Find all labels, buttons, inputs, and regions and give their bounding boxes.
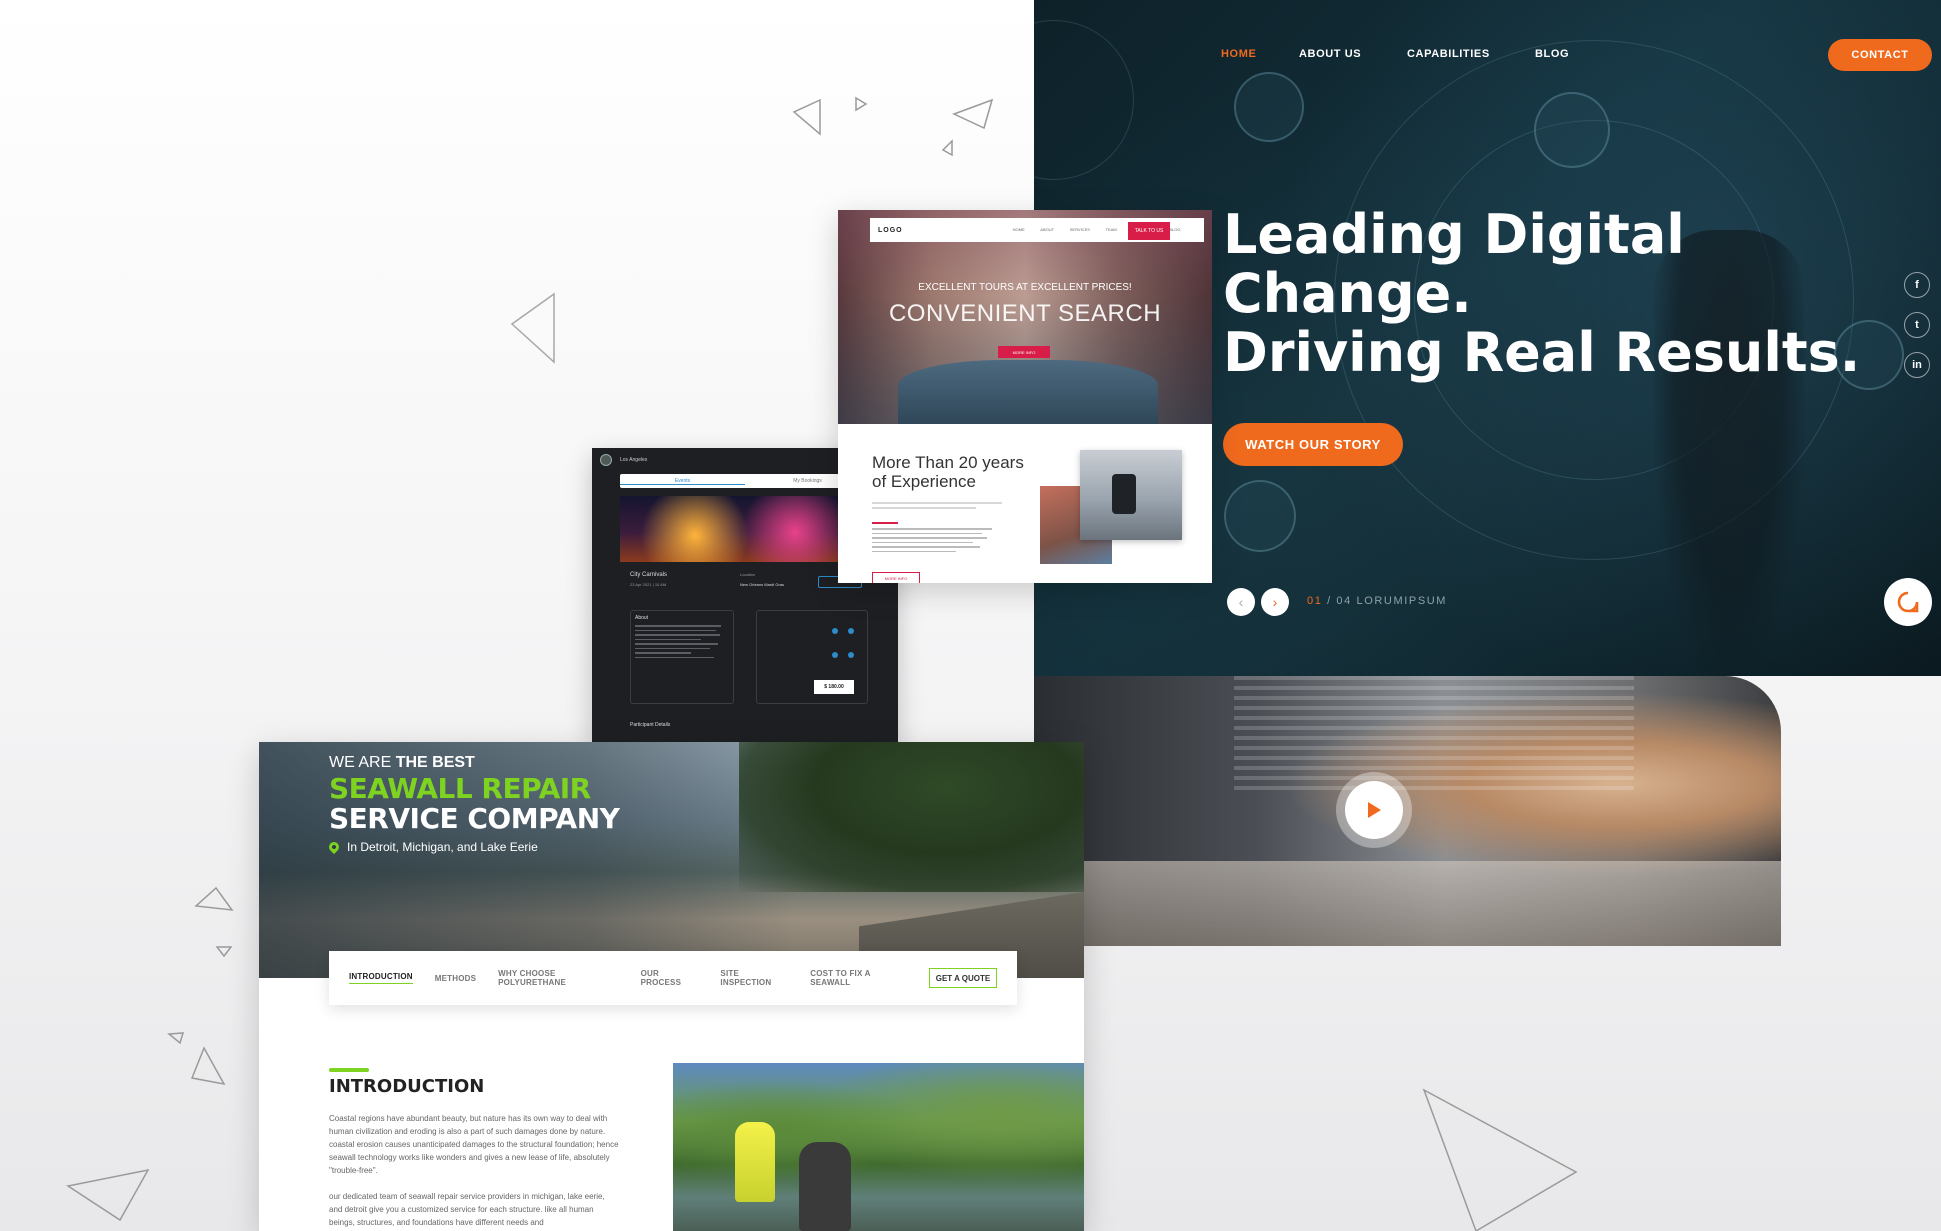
prev-slide-button[interactable]: ‹ [1227, 588, 1255, 616]
video-section [1034, 676, 1781, 946]
nav-home[interactable]: HOME [1221, 48, 1256, 60]
about-panel: About [630, 610, 734, 704]
travel-tagline: EXCELLENT TOURS AT EXCELLENT PRICES! [918, 282, 1132, 293]
introduction-heading: INTRODUCTION [329, 1076, 485, 1097]
avatar [600, 454, 612, 466]
triangle-decoration [190, 1046, 226, 1086]
quantity-stepper[interactable] [832, 628, 838, 634]
play-button[interactable] [1336, 772, 1412, 848]
location-selector[interactable]: Los Angeles [620, 457, 647, 463]
hero-headline: Leading Digital Change. Driving Real Res… [1223, 203, 1861, 384]
nav-capabilities[interactable]: CAPABILITIES [1407, 48, 1490, 60]
event-name: City Carnivals [630, 572, 668, 578]
tab-site-inspection[interactable]: SITE INSPECTION [720, 969, 788, 987]
watch-our-story-button[interactable]: WATCH OUR STORY [1223, 423, 1403, 466]
event-banner-image [620, 496, 870, 562]
mobile-icon [1534, 92, 1610, 168]
tab-methods[interactable]: METHODS [435, 974, 476, 983]
triangle-decoration [1422, 1088, 1578, 1231]
introduction-paragraph: Coastal regions have abundant beauty, bu… [329, 1114, 619, 1175]
travel-headline: CONVENIENT SEARCH [888, 300, 1162, 327]
travel-site-preview: LOGO HOME ABOUT SERVICES TEAM PROJECTS B… [838, 210, 1212, 583]
total-price: $ 180.00 [814, 680, 854, 694]
nav-team[interactable]: TEAM [1106, 227, 1117, 232]
introduction-paragraph-2: our dedicated team of seawall repair ser… [329, 1192, 605, 1227]
chat-icon [1897, 591, 1919, 613]
nav-blog[interactable]: BLOG [1169, 227, 1180, 232]
location-value: New Orleans Mardi Gras [740, 582, 785, 587]
talk-to-us-button[interactable]: TALK TO US [1128, 222, 1170, 240]
tab-cost-to-fix[interactable]: COST TO FIX A SEAWALL [810, 969, 907, 987]
nav-services[interactable]: SERVICES [1070, 227, 1090, 232]
slide-counter: 01 / 04 LORUMIPSUM [1307, 595, 1448, 607]
location-pin-icon [326, 839, 342, 855]
more-info-button[interactable]: MORE INFO [998, 346, 1050, 358]
triangle-decoration [952, 98, 994, 130]
triangle-decoration [215, 946, 233, 958]
tab-why-choose-polyurethane[interactable]: WHY CHOOSE POLYURETHANE [498, 969, 618, 987]
experience-heading: More Than 20 years of Experience [872, 453, 1024, 491]
triangle-decoration [167, 1032, 185, 1045]
participant-details-heading: Participant Details [630, 722, 671, 728]
car-icon [1224, 480, 1296, 552]
triangle-decoration [510, 292, 555, 364]
triangle-decoration [941, 139, 953, 157]
service-location: In Detroit, Michigan, and Lake Eerie [326, 839, 538, 855]
hero-title-line2: SERVICE COMPANY [329, 802, 620, 835]
triangle-decoration [792, 98, 821, 136]
nav-home[interactable]: HOME [1013, 227, 1025, 232]
triangle-decoration [66, 1168, 150, 1222]
section-tabs: INTRODUCTION METHODS WHY CHOOSE POLYURET… [329, 951, 1017, 1005]
triangle-decoration [194, 886, 234, 911]
logo: LOGO [878, 226, 903, 234]
tab-introduction[interactable]: INTRODUCTION [349, 972, 413, 984]
more-info-outline-button[interactable]: MORE INFO [872, 572, 920, 583]
get-a-quote-button[interactable]: GET A QUOTE [928, 968, 997, 988]
event-date: 23 Apr 2021 | 10 AM [630, 582, 667, 587]
triangle-decoration [855, 96, 868, 112]
nav-about[interactable]: ABOUT [1040, 227, 1054, 232]
tab-events[interactable]: Events [620, 478, 745, 485]
contact-button[interactable]: CONTACT [1828, 39, 1932, 71]
facebook-icon[interactable]: f [1904, 272, 1930, 298]
twitter-icon[interactable]: t [1904, 312, 1930, 338]
hero-title-line1: SEAWALL REPAIR [329, 772, 591, 805]
tab-our-process[interactable]: OUR PROCESS [641, 969, 699, 987]
hero-pretitle: WE ARE THE BEST [329, 754, 475, 771]
paris-photo [1040, 450, 1182, 564]
nav-blog[interactable]: BLOG [1535, 48, 1569, 60]
play-icon [1368, 802, 1381, 818]
quantity-stepper[interactable] [832, 652, 838, 658]
next-slide-button[interactable]: › [1261, 588, 1289, 616]
chat-button[interactable] [1884, 578, 1932, 626]
cloud-icon [1234, 72, 1304, 142]
events-tabs: Events My Bookings [620, 474, 870, 488]
linkedin-icon[interactable]: in [1904, 352, 1930, 378]
location-label: Location [740, 572, 756, 577]
seawall-site-preview: WE ARE THE BEST SEAWALL REPAIR SERVICE C… [259, 742, 1084, 1231]
nav-about-us[interactable]: ABOUT US [1299, 48, 1361, 60]
